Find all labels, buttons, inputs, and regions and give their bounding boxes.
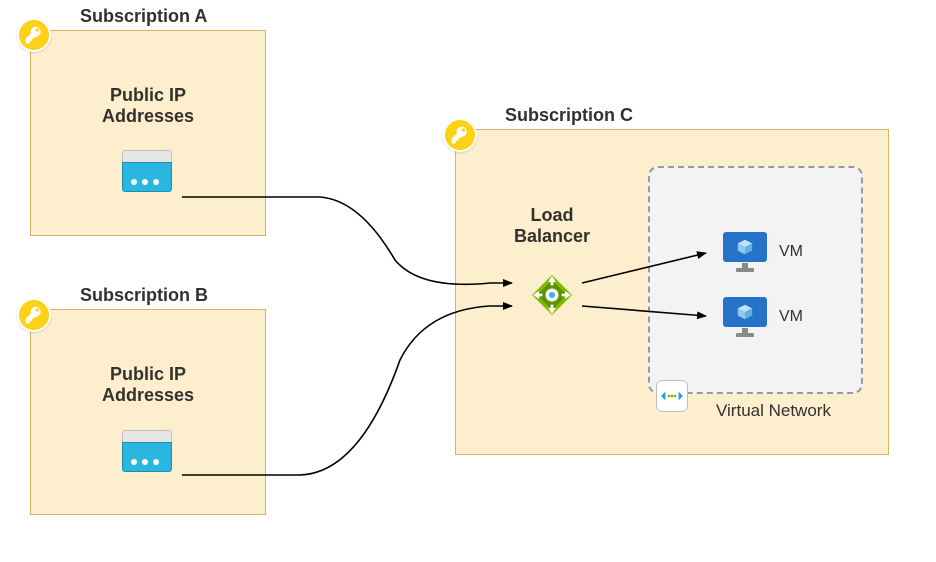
public-ip-label-a: Public IP Addresses <box>88 85 208 127</box>
subscription-b-box <box>30 309 266 515</box>
key-icon <box>17 298 51 332</box>
key-icon <box>17 18 51 52</box>
vm-row: VM <box>723 232 803 272</box>
public-ip-label-b: Public IP Addresses <box>88 364 208 406</box>
subscription-a-box <box>30 30 266 236</box>
vm-icon <box>723 297 767 337</box>
subscription-a-title: Subscription A <box>80 6 207 27</box>
vm-icon <box>723 232 767 272</box>
load-balancer-icon <box>530 273 574 317</box>
public-ip-icon <box>122 430 172 472</box>
vm-label: VM <box>779 308 803 326</box>
vm-label: VM <box>779 243 803 261</box>
subscription-b-title: Subscription B <box>80 285 208 306</box>
load-balancer-label: Load Balancer <box>492 205 612 247</box>
key-icon <box>443 118 477 152</box>
virtual-network-icon <box>656 380 688 412</box>
public-ip-icon <box>122 150 172 192</box>
virtual-network-label: Virtual Network <box>716 401 831 421</box>
subscription-c-title: Subscription C <box>505 105 633 126</box>
virtual-network-box <box>648 166 863 394</box>
vm-row: VM <box>723 297 803 337</box>
